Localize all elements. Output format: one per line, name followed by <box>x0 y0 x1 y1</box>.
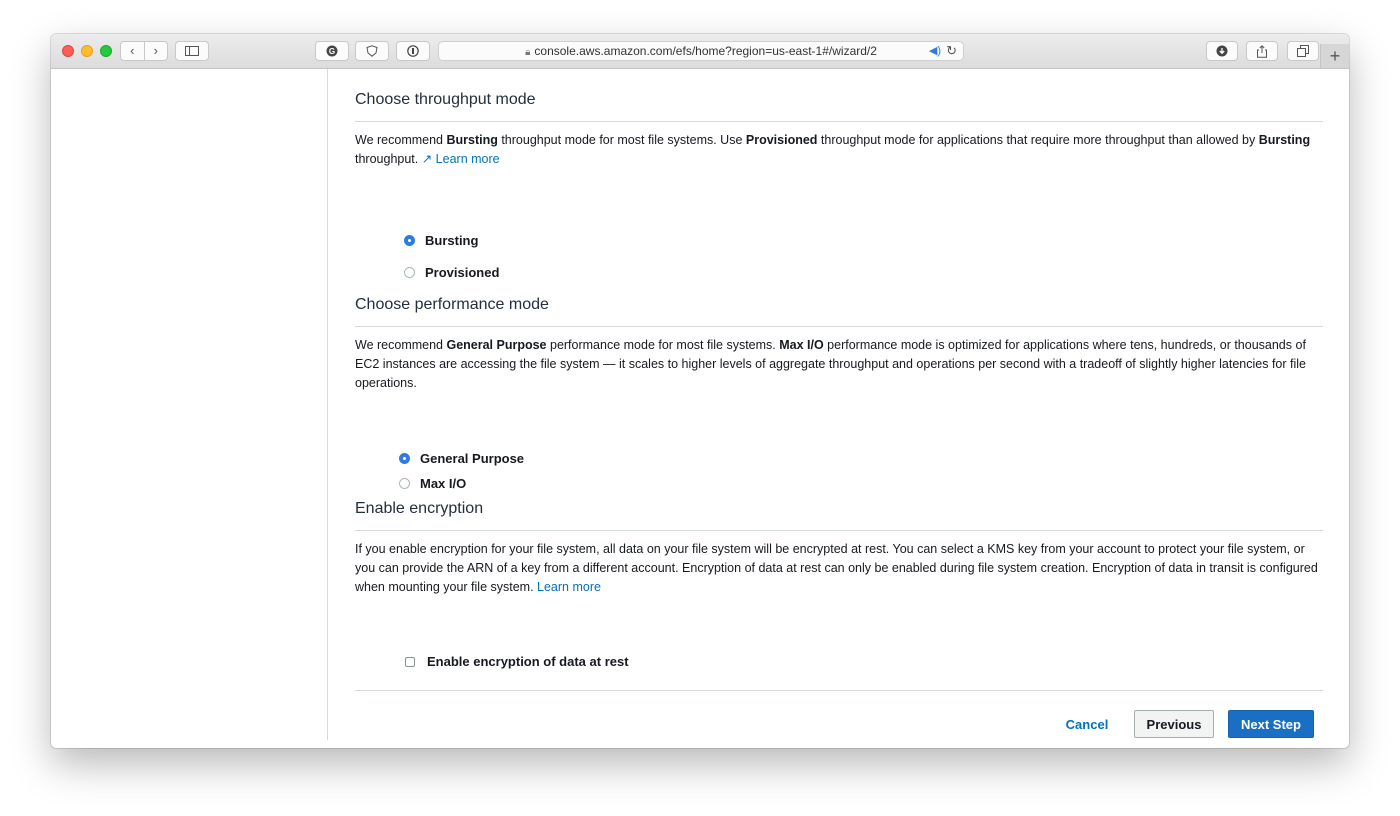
checkbox-label: Enable encryption of data at rest <box>427 654 629 669</box>
svg-text:G: G <box>329 47 335 56</box>
radio-label: Provisioned <box>425 265 500 280</box>
zoom-window-button[interactable] <box>100 45 112 57</box>
address-bar[interactable]: 🔒︎ console.aws.amazon.com/efs/home?region… <box>438 41 964 61</box>
encryption-learn-more-link[interactable]: Learn more <box>537 580 601 594</box>
tabs-overview-icon[interactable] <box>1287 41 1319 61</box>
radio-max-io[interactable]: Max I/O <box>399 476 466 491</box>
external-link-icon[interactable]: ↗︎ <box>422 152 436 166</box>
extension-g-icon[interactable]: G <box>315 41 349 61</box>
next-step-button[interactable]: Next Step <box>1228 710 1314 738</box>
forward-arrow-icon[interactable]: › <box>145 42 168 60</box>
radio-label: Max I/O <box>420 476 467 491</box>
downloads-icon[interactable] <box>1206 41 1238 61</box>
radio-label: General Purpose <box>420 451 525 466</box>
close-window-button[interactable] <box>62 45 74 57</box>
performance-section-title: Choose performance mode <box>355 296 549 313</box>
url-text: console.aws.amazon.com/efs/home?region=u… <box>534 44 877 58</box>
throughput-section-title: Choose throughput mode <box>355 91 536 108</box>
radio-provisioned[interactable]: Provisioned <box>404 265 499 280</box>
shield-extension-icon[interactable] <box>355 41 389 61</box>
back-arrow-icon[interactable]: ‹ <box>121 42 145 60</box>
browser-toolbar: ‹ › G 🔒︎ console.aws.amazon.com/efs/home?… <box>51 34 1349 69</box>
divider <box>355 326 1323 327</box>
radio-button-selected[interactable] <box>404 235 415 246</box>
reload-icon[interactable]: ↻ <box>946 42 957 60</box>
radio-button-selected[interactable] <box>399 453 410 464</box>
throughput-learn-more-link[interactable]: Learn more <box>436 152 500 166</box>
nav-buttons: ‹ › <box>120 41 168 61</box>
radio-button[interactable] <box>404 267 415 278</box>
performance-description: We recommend General Purpose performance… <box>355 338 1306 390</box>
radio-bursting[interactable]: Bursting <box>404 233 478 248</box>
throughput-description: We recommend Bursting throughput mode fo… <box>355 133 1311 166</box>
divider <box>355 121 1323 122</box>
radio-button[interactable] <box>399 478 410 489</box>
encryption-description: If you enable encryption for your file s… <box>355 542 1318 594</box>
new-tab-button[interactable]: + <box>1320 44 1349 68</box>
divider <box>355 690 1323 691</box>
divider <box>355 530 1323 531</box>
encryption-checkbox[interactable] <box>405 656 415 667</box>
password-extension-icon[interactable] <box>396 41 430 61</box>
encryption-section-title: Enable encryption <box>355 500 484 517</box>
browser-window: ‹ › G 🔒︎ console.aws.amazon.com/efs/home?… <box>51 34 1349 748</box>
speaker-icon[interactable]: ◀) <box>929 42 941 60</box>
minimize-window-button[interactable] <box>81 45 93 57</box>
sidebar-toggle-icon[interactable] <box>175 41 209 61</box>
previous-button[interactable]: Previous <box>1134 710 1214 738</box>
lock-icon: 🔒︎ <box>525 47 531 58</box>
left-sidebar <box>51 69 328 740</box>
cancel-button[interactable]: Cancel <box>1055 710 1119 738</box>
encryption-checkbox-row[interactable]: Enable encryption of data at rest <box>405 654 629 669</box>
share-icon[interactable] <box>1246 41 1278 61</box>
radio-label: Bursting <box>425 233 479 248</box>
radio-general-purpose[interactable]: General Purpose <box>399 451 524 466</box>
